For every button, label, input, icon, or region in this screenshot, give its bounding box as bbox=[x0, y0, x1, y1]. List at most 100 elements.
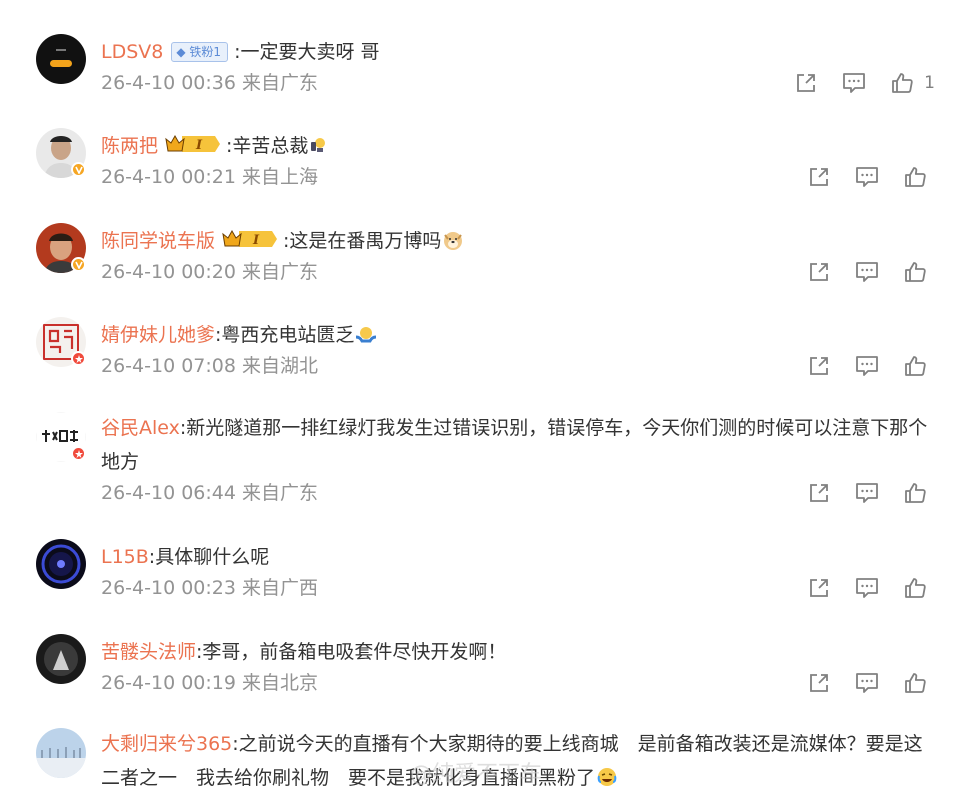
comment-location: 来自广西 bbox=[242, 577, 319, 599]
comment-time: 26-4-10 06:44 bbox=[101, 482, 236, 504]
comment-meta: 26-4-10 00:19 来自北京 bbox=[101, 670, 318, 696]
comment-location: 来自北京 bbox=[242, 672, 319, 694]
share-icon bbox=[810, 484, 828, 502]
share-button[interactable] bbox=[795, 164, 843, 190]
comment-button[interactable] bbox=[843, 670, 891, 696]
comment-body: :一定要大卖呀 哥 bbox=[234, 41, 380, 63]
comment-meta: 26-4-10 00:20 来自广东 bbox=[101, 259, 318, 285]
avatar[interactable] bbox=[36, 728, 86, 778]
comment-text-line: 婧伊妹儿她爹:粤西充电站匮乏 bbox=[101, 319, 939, 351]
comment-location: 来自广东 bbox=[242, 72, 319, 94]
thumbs-up-icon bbox=[905, 673, 926, 693]
username-link[interactable]: LDSV8 bbox=[101, 41, 163, 63]
thumbs-up-icon bbox=[905, 483, 926, 503]
comment-icon bbox=[856, 262, 878, 282]
username-link[interactable]: 谷民Alex bbox=[101, 417, 180, 439]
verified-badge-icon bbox=[71, 446, 86, 461]
comment-actions bbox=[795, 259, 939, 285]
lightbulb-icon bbox=[311, 138, 326, 152]
comment-actions: 1 bbox=[782, 70, 939, 96]
share-icon bbox=[810, 263, 828, 281]
share-button[interactable] bbox=[795, 670, 843, 696]
like-button[interactable] bbox=[891, 480, 939, 506]
comment-actions bbox=[795, 670, 939, 696]
thumbs-up-icon bbox=[905, 578, 926, 598]
doge-icon bbox=[444, 232, 463, 250]
crown-badge-icon: I bbox=[165, 134, 221, 153]
username-link[interactable]: 苦髅头法师 bbox=[101, 641, 196, 663]
thumbs-up-icon bbox=[905, 167, 926, 187]
comment-text-line: L15B:具体聊什么呢 bbox=[101, 541, 939, 573]
username-link[interactable]: 大剩归来兮365 bbox=[101, 733, 232, 755]
share-icon bbox=[810, 357, 828, 375]
comment-icon bbox=[856, 167, 878, 187]
comment-text-line: 谷民Alex:新光隧道那一排红绿灯我发生过错误识别，错误停车，今天你们测的时候可… bbox=[101, 411, 939, 479]
comment-text-line: 陈同学说车版 I :这是在番禺万博吗 bbox=[101, 225, 939, 260]
comment-item: 苦髅头法师:李哥，前备箱电吸套件尽快开发啊！ 26-4-10 00:19 来自北… bbox=[0, 634, 969, 714]
comment-location: 来自湖北 bbox=[242, 355, 319, 377]
comment-meta: 26-4-10 00:21 来自上海 bbox=[101, 164, 318, 190]
username-link[interactable]: 陈两把 bbox=[101, 135, 158, 157]
comment-time: 26-4-10 00:36 bbox=[101, 72, 236, 94]
comment-item: LDSV8 ◆ 铁粉1:一定要大卖呀 哥 26-4-10 00:36 来自广东 1 bbox=[0, 34, 969, 114]
fan-badge[interactable]: ◆ 铁粉1 bbox=[171, 42, 229, 62]
comment-body: :李哥，前备箱电吸套件尽快开发啊！ bbox=[196, 641, 507, 663]
comment-body: :这是在番禺万博吗 bbox=[283, 230, 442, 252]
avatar[interactable] bbox=[36, 34, 86, 84]
crown-badge-label: I bbox=[252, 233, 260, 248]
comment-body: :新光隧道那一排红绿灯我发生过错误识别，错误停车，今天你们测的时候可以注意下那个… bbox=[101, 417, 928, 473]
share-icon bbox=[797, 74, 816, 92]
share-icon bbox=[810, 579, 828, 597]
comment-text-line: LDSV8 ◆ 铁粉1:一定要大卖呀 哥 bbox=[101, 36, 939, 68]
comment-icon bbox=[856, 673, 878, 693]
crown-badge[interactable]: I bbox=[164, 133, 222, 165]
like-button[interactable] bbox=[891, 670, 939, 696]
crown-badge[interactable]: I bbox=[221, 228, 279, 260]
avatar[interactable] bbox=[36, 539, 86, 589]
comment-icon bbox=[856, 356, 878, 376]
comment-actions bbox=[795, 353, 939, 379]
comment-button[interactable] bbox=[843, 164, 891, 190]
like-button[interactable] bbox=[891, 164, 939, 190]
comment-text-line: 陈两把 I:辛苦总裁 bbox=[101, 130, 939, 165]
like-count: 1 bbox=[924, 73, 935, 93]
comment-button[interactable] bbox=[843, 480, 891, 506]
comment-location: 来自上海 bbox=[242, 166, 319, 188]
share-button[interactable] bbox=[795, 259, 843, 285]
username-link[interactable]: L15B bbox=[101, 546, 149, 568]
like-button[interactable] bbox=[878, 70, 926, 96]
like-button[interactable] bbox=[891, 259, 939, 285]
comment-body: :具体聊什么呢 bbox=[148, 546, 270, 568]
thumbs-up-icon bbox=[892, 73, 913, 93]
crown-badge-label: I bbox=[195, 138, 203, 153]
comment-time: 26-4-10 07:08 bbox=[101, 355, 236, 377]
verified-badge-icon bbox=[71, 351, 86, 366]
share-button[interactable] bbox=[782, 70, 830, 96]
share-button[interactable] bbox=[795, 480, 843, 506]
share-icon bbox=[810, 674, 828, 692]
comment-button[interactable] bbox=[830, 70, 878, 96]
username-link[interactable]: 婧伊妹儿她爹 bbox=[101, 324, 215, 346]
thumbs-up-icon bbox=[905, 262, 926, 282]
comment-time: 26-4-10 00:23 bbox=[101, 577, 236, 599]
like-button[interactable] bbox=[891, 575, 939, 601]
comment-actions bbox=[795, 164, 939, 190]
comment-time: 26-4-10 00:21 bbox=[101, 166, 236, 188]
comment-button[interactable] bbox=[843, 575, 891, 601]
comment-item: 谷民Alex:新光隧道那一排红绿灯我发生过错误识别，错误停车，今天你们测的时候可… bbox=[0, 412, 969, 512]
like-button[interactable] bbox=[891, 353, 939, 379]
crown-badge-icon: I bbox=[222, 229, 278, 248]
comment-meta: 26-4-10 00:36 来自广东 bbox=[101, 70, 318, 96]
username-link[interactable]: 陈同学说车版 bbox=[101, 230, 215, 252]
comment-time: 26-4-10 00:19 bbox=[101, 672, 236, 694]
avatar[interactable] bbox=[36, 634, 86, 684]
share-button[interactable] bbox=[795, 353, 843, 379]
comment-actions bbox=[795, 480, 939, 506]
comment-button[interactable] bbox=[843, 353, 891, 379]
comment-button[interactable] bbox=[843, 259, 891, 285]
comment-meta: 26-4-10 07:08 来自湖北 bbox=[101, 353, 318, 379]
comment-actions bbox=[795, 575, 939, 601]
share-button[interactable] bbox=[795, 575, 843, 601]
comment-feed: LDSV8 ◆ 铁粉1:一定要大卖呀 哥 26-4-10 00:36 来自广东 1 bbox=[0, 0, 969, 790]
verified-badge-icon bbox=[71, 257, 86, 272]
